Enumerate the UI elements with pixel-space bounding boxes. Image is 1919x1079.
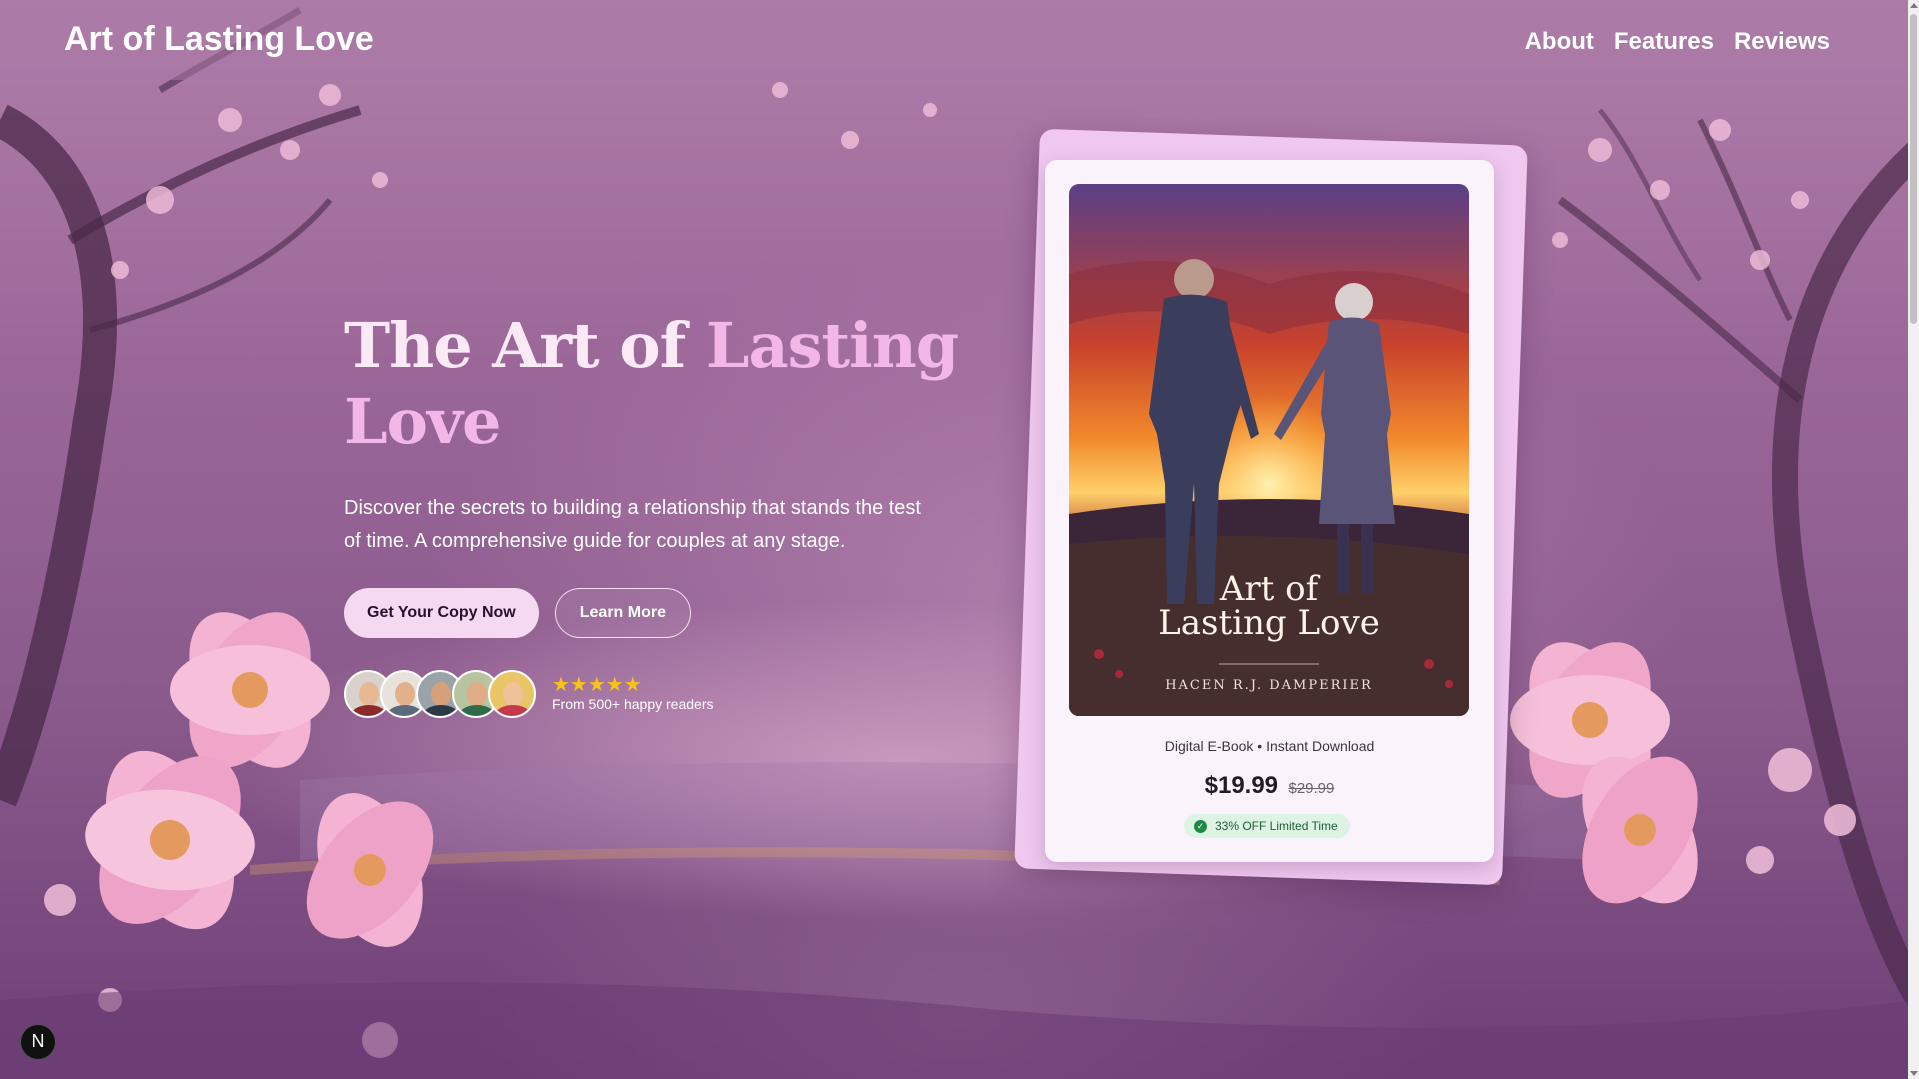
top-navbar: Art of Lasting Love About Features Revie… <box>0 0 1908 80</box>
hero-description: Discover the secrets to building a relat… <box>344 497 921 552</box>
get-copy-button[interactable]: Get Your Copy Now <box>344 588 539 638</box>
hero-buttons: Get Your Copy Now Learn More <box>344 588 964 638</box>
star-icon: ★★★★★ <box>552 674 642 696</box>
social-proof: ★★★★★ From 500+ happy readers <box>344 670 964 718</box>
price-row: $19.99 $29.99 <box>1045 772 1494 800</box>
nav-link-reviews[interactable]: Reviews <box>1734 28 1830 56</box>
product-card: Art of Lasting Love HACEN R.J. DAMPERIER… <box>1045 160 1494 862</box>
page-scrollbar[interactable] <box>1908 0 1919 1079</box>
check-circle-icon: ✓ <box>1194 819 1207 833</box>
rating-block: ★★★★★ From 500+ happy readers <box>552 674 714 712</box>
hero-section: The Art of Lasting Love Discover the secr… <box>344 308 964 718</box>
hero-title-accent-1: Lasting <box>705 309 959 382</box>
discount-badge: ✓ 33% OFF Limited Time <box>1184 814 1350 838</box>
discount-badge-text: 33% OFF Limited Time <box>1215 819 1338 833</box>
hero-title-accent-2: Love <box>344 385 501 458</box>
nav-link-features[interactable]: Features <box>1614 28 1714 56</box>
scrollbar-thumb[interactable] <box>1910 14 1917 324</box>
cover-title-line-2: Lasting Love <box>1158 603 1380 643</box>
old-price: $29.99 <box>1288 780 1335 797</box>
price: $19.99 <box>1204 772 1279 799</box>
nav-link-about[interactable]: About <box>1525 28 1594 56</box>
reader-avatars <box>344 670 536 718</box>
cover-author: HACEN R.J. DAMPERIER <box>1165 678 1373 693</box>
scroll-down-icon[interactable] <box>1910 1071 1918 1076</box>
avatar <box>488 670 536 718</box>
cover-title-line-1: Art of <box>1219 569 1319 609</box>
cover-title: Art of Lasting Love <box>1069 572 1469 640</box>
main-nav: About Features Reviews <box>1525 28 1830 56</box>
hero-title-main: The Art of <box>344 309 706 382</box>
book-cover[interactable]: Art of Lasting Love HACEN R.J. DAMPERIER <box>1069 184 1469 716</box>
brand-logo[interactable]: Art of Lasting Love <box>64 20 374 59</box>
rating-text: From 500+ happy readers <box>552 696 714 712</box>
product-meta: Digital E-Book • Instant Download <box>1164 738 1375 754</box>
scroll-up-icon[interactable] <box>1910 3 1918 8</box>
hero-title: The Art of Lasting Love <box>344 308 964 460</box>
learn-more-button[interactable]: Learn More <box>554 588 691 638</box>
next-logo-icon[interactable]: N <box>20 1024 56 1060</box>
